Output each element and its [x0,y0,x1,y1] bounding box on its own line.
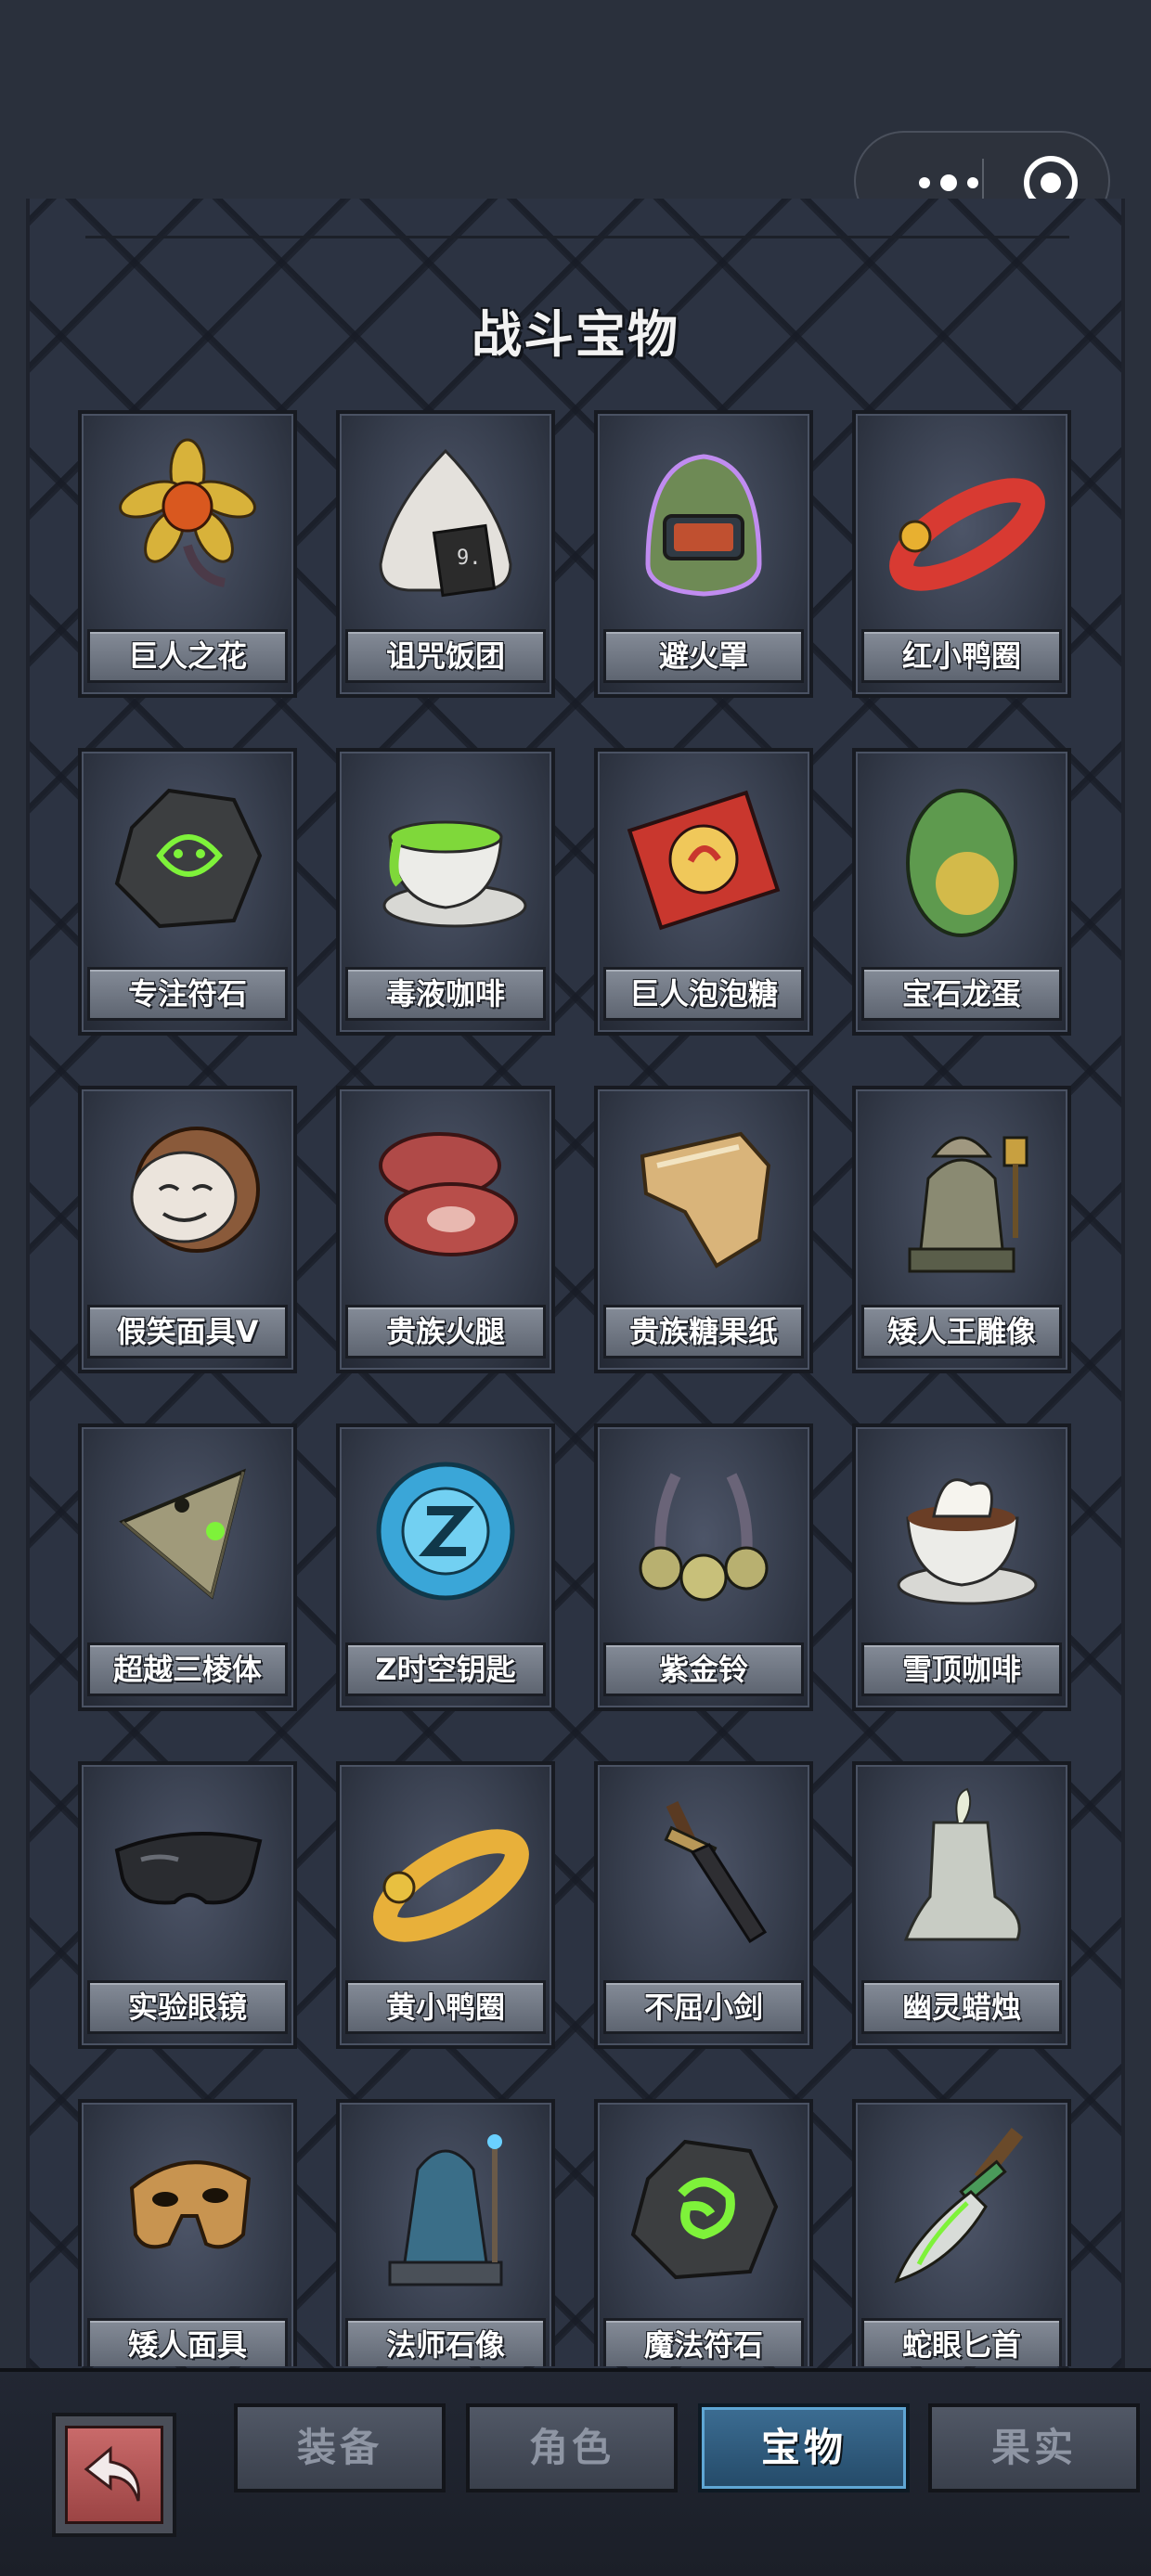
tab-equipment[interactable]: 装备 [234,2403,446,2492]
treasure-card[interactable]: 雪顶咖啡 [852,1423,1071,1711]
treasure-grid: 巨人之花 9. 诅咒饭团 避火罩 红小鸭圈 专注符石 毒液咖啡 巨人泡泡糖 宝石… [78,410,1073,2366]
treasure-name: 贵族糖果纸 [628,1314,778,1349]
panel-divider [85,236,1069,238]
treasure-name: 雪顶咖啡 [901,1652,1021,1687]
back-arrow-icon [84,2445,140,2502]
treasure-card[interactable]: 魔法符石 [594,2099,813,2366]
treasure-card[interactable]: 9. 诅咒饭团 [336,410,555,698]
treasure-name: 诅咒饭团 [385,638,505,674]
fire-mask-helmet-icon [620,425,787,611]
more-dots-icon[interactable] [912,164,986,201]
dwarf-king-statue-icon [878,1101,1045,1286]
tab-label: 装备 [296,2425,382,2470]
treasure-name: 红小鸭圈 [901,638,1021,674]
treasure-name: 矮人面具 [127,2327,247,2363]
ghost-candle-icon [878,1776,1045,1962]
yellow-duck-ring-icon [362,1776,529,1962]
tab-label: 宝物 [760,2425,847,2470]
treasure-name: Z时空钥匙 [375,1652,516,1687]
treasure-card[interactable]: 幽灵蜡烛 [852,1761,1071,2049]
treasure-card[interactable]: 避火罩 [594,410,813,698]
venom-coffee-icon [362,763,529,948]
treasure-name: 假笑面具V [116,1314,259,1349]
treasure-card[interactable]: 假笑面具V [78,1086,297,1373]
page-title: 战斗宝物 [472,305,679,364]
tab-character[interactable]: 角色 [466,2403,678,2492]
treasure-card[interactable]: 矮人面具 [78,2099,297,2366]
treasure-card[interactable]: 红小鸭圈 [852,410,1071,698]
tab-fruit[interactable]: 果实 [928,2403,1140,2492]
noble-candy-wrapper-icon [620,1101,787,1286]
mage-statue-icon [362,2114,529,2299]
svg-text:9.: 9. [457,547,482,570]
treasure-name: 幽灵蜡烛 [901,1990,1021,2025]
treasure-card[interactable]: 实验眼镜 [78,1761,297,2049]
noble-ham-icon [362,1101,529,1286]
tab-label: 果实 [990,2425,1077,2470]
treasure-card[interactable]: 法师石像 [336,2099,555,2366]
treasure-card[interactable]: 黄小鸭圈 [336,1761,555,2049]
treasure-name: 毒液咖啡 [385,976,505,1011]
unyielding-sword-icon [620,1776,787,1962]
fake-smile-mask-icon [104,1101,271,1286]
treasure-card[interactable]: 贵族火腿 [336,1086,555,1373]
treasure-card[interactable]: 贵族糖果纸 [594,1086,813,1373]
treasure-card[interactable]: 巨人之花 [78,410,297,698]
treasure-name: 紫金铃 [658,1652,748,1687]
treasure-card[interactable]: 专注符石 [78,748,297,1036]
z-spacetime-key-icon [362,1438,529,1624]
treasure-name: 专注符石 [127,976,247,1011]
treasure-name: 贵族火腿 [385,1314,505,1349]
treasure-name: 超越三棱体 [112,1652,262,1687]
treasure-card[interactable]: 毒液咖啡 [336,748,555,1036]
tab-treasure[interactable]: 宝物 [698,2403,910,2492]
dwarf-mask-icon [104,2114,271,2299]
magic-rune-stone-icon [620,2114,787,2299]
snowtop-coffee-icon [878,1438,1045,1624]
treasure-name: 法师石像 [385,2327,505,2363]
treasure-name: 黄小鸭圈 [385,1990,505,2025]
treasure-card[interactable]: 超越三棱体 [78,1423,297,1711]
red-duck-ring-icon [878,425,1045,611]
focus-rune-stone-icon [104,763,271,948]
purple-gold-bell-icon [620,1438,787,1624]
treasure-card[interactable]: Z时空钥匙 [336,1423,555,1711]
treasure-name: 实验眼镜 [127,1990,247,2025]
treasure-card[interactable]: 宝石龙蛋 [852,748,1071,1036]
giant-flower-icon [104,425,271,611]
treasure-name: 魔法符石 [643,2327,763,2363]
treasure-name: 宝石龙蛋 [901,976,1021,1011]
treasure-name: 矮人王雕像 [886,1314,1036,1349]
treasure-name: 巨人之花 [127,638,247,674]
giant-bubblegum-icon [620,763,787,948]
treasure-name: 不屈小剑 [643,1990,763,2025]
treasure-card[interactable]: 矮人王雕像 [852,1086,1071,1373]
treasure-card[interactable]: 紫金铃 [594,1423,813,1711]
transcend-prism-icon [104,1438,271,1624]
treasure-name: 巨人泡泡糖 [628,976,778,1011]
treasure-name: 蛇眼匕首 [901,2327,1021,2363]
tab-label: 角色 [528,2425,614,2470]
treasure-name: 避火罩 [658,638,748,674]
lab-goggles-icon [104,1776,271,1962]
treasure-card[interactable]: 蛇眼匕首 [852,2099,1071,2366]
treasure-card[interactable]: 不屈小剑 [594,1761,813,2049]
snake-eye-dagger-icon [878,2114,1045,2299]
back-button[interactable] [52,2413,176,2537]
cursed-rice-ball-icon: 9. [362,425,529,611]
gem-dragon-egg-icon [878,763,1045,948]
treasure-card[interactable]: 巨人泡泡糖 [594,748,813,1036]
